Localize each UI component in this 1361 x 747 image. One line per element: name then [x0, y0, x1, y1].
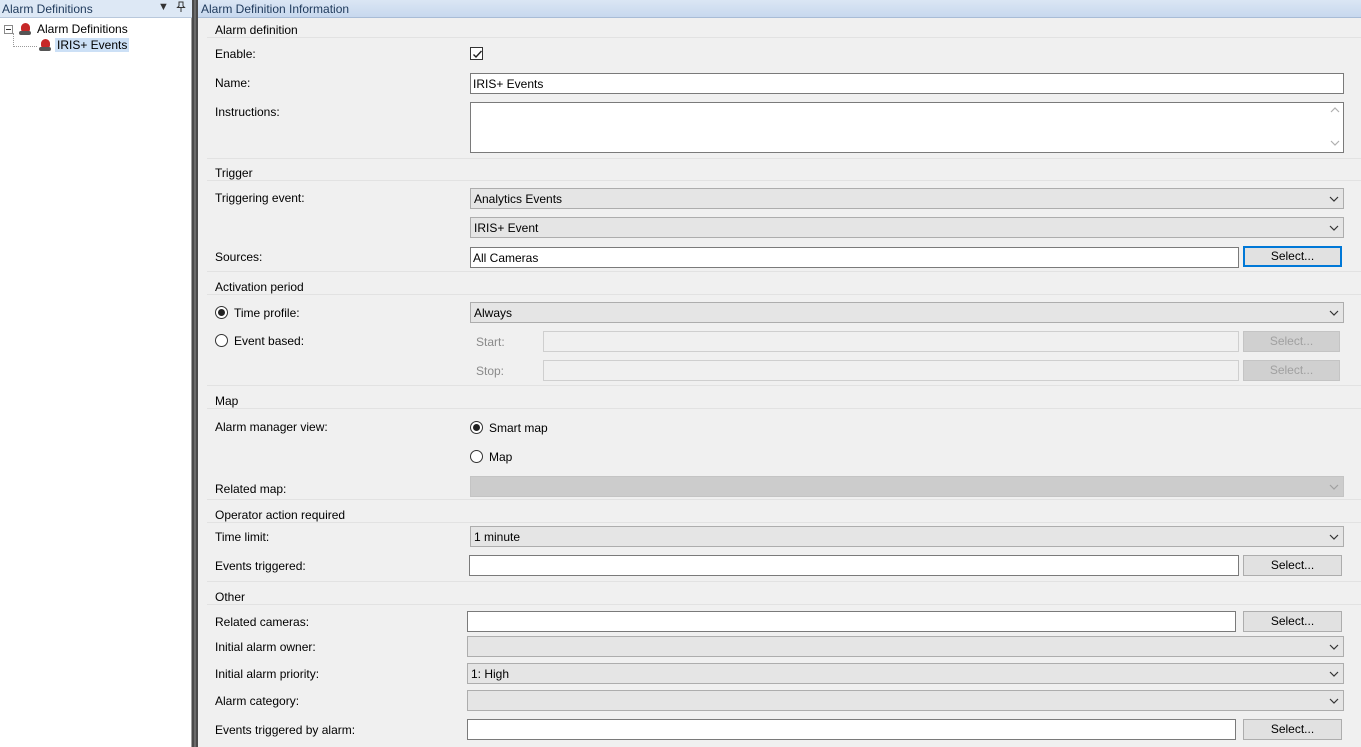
pane-menu-dropdown-icon[interactable]: ▼ [158, 1, 169, 13]
pane-title: Alarm Definitions [2, 2, 93, 16]
tree-item-label: IRIS+ Events [55, 38, 130, 52]
details-header: Alarm Definition Information [198, 0, 1361, 18]
events-triggered-by-alarm-label: Events triggered by alarm: [215, 723, 356, 737]
related-cameras-label: Related cameras: [215, 615, 310, 629]
related-map-label: Related map: [215, 482, 287, 496]
initial-alarm-owner-label: Initial alarm owner: [215, 640, 316, 654]
initial-alarm-owner-dropdown[interactable] [467, 636, 1344, 657]
start-label: Start: [476, 335, 505, 349]
section-title-trigger: Trigger [215, 166, 253, 180]
stop-label: Stop: [476, 364, 505, 378]
events-triggered-select-button[interactable]: Select... [1243, 555, 1342, 576]
instructions-scrollbar[interactable] [1327, 103, 1343, 152]
sources-field[interactable]: All Cameras [470, 247, 1239, 268]
events-triggered-by-alarm-select-button[interactable]: Select... [1243, 719, 1342, 740]
time-limit-label: Time limit: [215, 530, 270, 544]
time-profile-label: Time profile: [234, 306, 300, 320]
tree-connector [13, 46, 37, 47]
smart-map-label: Smart map [489, 421, 548, 435]
dropdown-value: Always [474, 306, 513, 320]
events-triggered-field[interactable] [469, 555, 1239, 576]
start-select-button[interactable]: Select... [1243, 331, 1340, 352]
pane-splitter[interactable] [192, 0, 198, 747]
section-divider [207, 499, 1361, 500]
related-map-dropdown[interactable] [470, 476, 1344, 497]
section-title-map: Map [215, 394, 239, 408]
smart-map-radio[interactable] [470, 421, 483, 434]
events-triggered-label: Events triggered: [215, 559, 306, 573]
section-title-activation-period: Activation period [215, 280, 304, 294]
scroll-down-icon[interactable] [1330, 139, 1340, 149]
initial-alarm-priority-label: Initial alarm priority: [215, 667, 320, 681]
start-field[interactable] [543, 331, 1239, 352]
section-divider [207, 294, 1361, 295]
map-label: Map [489, 450, 513, 464]
pin-icon[interactable] [176, 1, 186, 16]
section-divider [207, 604, 1361, 605]
section-divider [207, 408, 1361, 409]
section-divider [207, 158, 1361, 159]
enable-checkbox[interactable] [470, 47, 483, 60]
related-cameras-select-button[interactable]: Select... [1243, 611, 1342, 632]
chevron-down-icon [1329, 193, 1339, 203]
chevron-down-icon [1329, 481, 1339, 491]
section-divider [207, 271, 1361, 272]
dropdown-value: IRIS+ Event [474, 221, 539, 235]
dropdown-value: 1 minute [474, 530, 521, 544]
event-dropdown[interactable]: IRIS+ Event [470, 217, 1344, 238]
event-based-radio[interactable] [215, 334, 228, 347]
name-label: Name: [215, 76, 251, 90]
triggering-event-dropdown[interactable]: Analytics Events [470, 188, 1344, 209]
section-divider [207, 522, 1361, 523]
events-triggered-by-alarm-field[interactable] [467, 719, 1236, 740]
name-field[interactable]: IRIS+ Events [470, 73, 1344, 94]
sources-label: Sources: [215, 250, 263, 264]
dropdown-value: Analytics Events [474, 192, 563, 206]
checkmark-icon [473, 50, 483, 59]
time-profile-dropdown[interactable]: Always [470, 302, 1344, 323]
chevron-down-icon [1329, 668, 1339, 678]
initial-alarm-priority-dropdown[interactable]: 1: High [467, 663, 1344, 684]
enable-label: Enable: [215, 47, 256, 61]
tree-item-alarm-definitions[interactable]: Alarm Definitions [4, 21, 130, 37]
instructions-field[interactable] [470, 102, 1344, 153]
pane-header: Alarm Definitions ▼ [0, 0, 192, 18]
alarm-manager-view-label: Alarm manager view: [215, 420, 328, 434]
section-divider [207, 37, 1361, 38]
section-divider [207, 180, 1361, 181]
time-limit-dropdown[interactable]: 1 minute [470, 526, 1344, 547]
details-title: Alarm Definition Information [201, 2, 350, 16]
chevron-down-icon [1329, 222, 1339, 232]
section-divider [207, 385, 1361, 386]
alarm-definitions-pane: Alarm Definitions ▼ Alarm Definitions IR… [0, 0, 192, 747]
section-title-alarm-definition: Alarm definition [215, 23, 298, 37]
event-based-label: Event based: [234, 334, 305, 348]
section-title-operator-action: Operator action required [215, 508, 346, 522]
alarm-icon [38, 38, 52, 52]
alarm-icon [18, 22, 32, 36]
chevron-down-icon [1329, 531, 1339, 541]
section-title-other: Other [215, 590, 246, 604]
tree-item-label: Alarm Definitions [37, 22, 128, 36]
chevron-down-icon [1329, 307, 1339, 317]
scroll-up-icon[interactable] [1330, 106, 1340, 116]
alarm-category-dropdown[interactable] [467, 690, 1344, 711]
sources-select-button[interactable]: Select... [1243, 246, 1342, 267]
dropdown-value: 1: High [471, 667, 510, 681]
triggering-event-label: Triggering event: [215, 191, 305, 205]
alarm-category-label: Alarm category: [215, 694, 300, 708]
map-radio[interactable] [470, 450, 483, 463]
chevron-down-icon [1329, 695, 1339, 705]
stop-field[interactable] [543, 360, 1239, 381]
chevron-down-icon [1329, 641, 1339, 651]
tree-collapse-icon[interactable] [4, 24, 13, 34]
related-cameras-field[interactable] [467, 611, 1236, 632]
stop-select-button[interactable]: Select... [1243, 360, 1340, 381]
section-divider [207, 581, 1361, 582]
time-profile-radio[interactable] [215, 306, 228, 319]
tree-item-iris-events[interactable]: IRIS+ Events [38, 37, 130, 53]
instructions-label: Instructions: [215, 105, 280, 119]
